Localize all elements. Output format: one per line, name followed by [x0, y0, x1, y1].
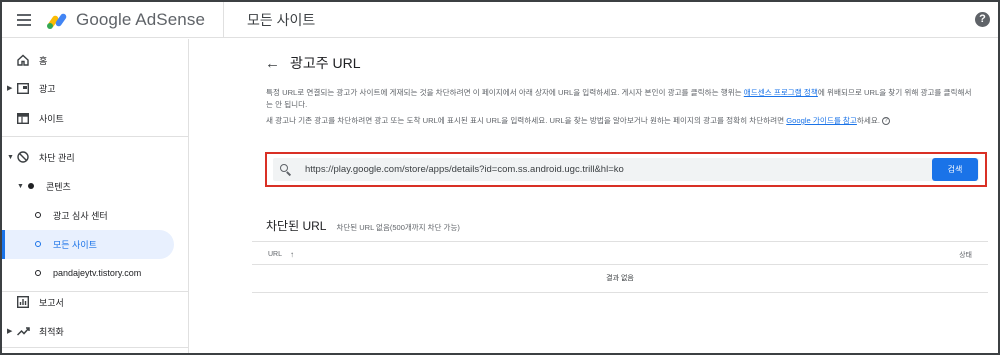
- sidebar-item-label: 콘텐츠: [46, 181, 71, 192]
- adsense-logo-icon: [47, 13, 67, 29]
- help-icon[interactable]: ?: [975, 12, 990, 27]
- sidebar-item-label: 모든 사이트: [53, 239, 97, 250]
- collapse-caret-icon: ▼: [7, 153, 14, 161]
- sidebar-item-reports[interactable]: 보고서: [16, 288, 64, 316]
- sidebar-item-label: 차단 관리: [39, 152, 75, 163]
- sidebar-item-label: 광고: [39, 83, 56, 94]
- description-paragraph-1: 특정 URL로 연결되는 광고가 사이트에 게재되는 것을 차단하려면 이 페이…: [266, 87, 978, 110]
- sidebar: 홈 ▶ 광고 사이트 ▼ 차단 관리 ▼ 콘텐츠 광고 심사 센터 모든 사이트: [2, 39, 189, 353]
- sidebar-item-label: 보고서: [39, 297, 64, 308]
- column-header-label: URL: [268, 251, 283, 258]
- sidebar-item-label: 최적화: [39, 326, 64, 337]
- blocked-urls-table: URL ↑ 상태 결과 없음: [252, 241, 988, 293]
- collapse-caret-icon: ▼: [17, 182, 24, 190]
- sidebar-item-ads[interactable]: ▶ 광고: [2, 74, 56, 102]
- google-guide-link[interactable]: Google 가이드를 참고: [786, 116, 857, 125]
- sidebar-item-ad-review-center[interactable]: 광고 심사 센터: [35, 201, 108, 229]
- sidebar-item-label: pandajeytv.tistory.com: [53, 268, 142, 278]
- search-button[interactable]: 검색: [932, 158, 978, 181]
- sites-icon: [16, 111, 30, 125]
- sort-arrow-up-icon: ↑: [290, 250, 295, 259]
- bullet-icon: [28, 183, 34, 189]
- search-input-value: https://play.google.com/store/apps/detai…: [305, 164, 624, 175]
- sidebar-item-optimization[interactable]: ▶ 최적화: [2, 317, 64, 345]
- bullet-icon: [35, 212, 41, 218]
- home-icon: [16, 53, 30, 67]
- sidebar-item-all-sites[interactable]: 모든 사이트: [35, 230, 97, 258]
- sidebar-item-content[interactable]: ▼ 콘텐츠: [2, 172, 71, 200]
- bullet-icon: [35, 270, 41, 276]
- sidebar-divider: [2, 347, 188, 348]
- expand-caret-icon: ▶: [7, 85, 13, 92]
- url-search-input[interactable]: https://play.google.com/store/apps/detai…: [273, 158, 979, 181]
- adsense-logo[interactable]: Google AdSense: [46, 10, 205, 30]
- blocked-urls-subtitle: 차단된 URL 없음(500개까지 차단 가능): [336, 223, 460, 232]
- sidebar-divider: [2, 136, 188, 137]
- table-empty-row: 결과 없음: [252, 265, 988, 293]
- sidebar-item-label: 홈: [39, 55, 48, 66]
- sidebar-item-sites[interactable]: 사이트: [16, 104, 64, 132]
- reports-icon: [16, 295, 30, 309]
- sidebar-item-label: 광고 심사 센터: [53, 210, 108, 221]
- sidebar-item-site-pandajeytv[interactable]: pandajeytv.tistory.com: [35, 259, 141, 287]
- page-title-text: 광고주 URL: [290, 55, 361, 71]
- program-policy-link[interactable]: 애드센스 프로그램 정책: [744, 88, 818, 97]
- table-header: URL ↑ 상태: [252, 241, 988, 265]
- expand-caret-icon: ▶: [7, 328, 13, 335]
- column-header-url[interactable]: URL ↑: [268, 250, 294, 259]
- description-paragraph-2: 새 광고나 기존 광고를 차단하려면 광고 또는 도착 URL에 표시된 표시 …: [266, 115, 978, 127]
- header-divider: [223, 1, 224, 38]
- page-title: ← 광고주 URL: [265, 53, 361, 73]
- sidebar-item-home[interactable]: 홈: [16, 46, 47, 74]
- url-search-highlight: https://play.google.com/store/apps/detai…: [265, 152, 987, 187]
- sidebar-item-block-management[interactable]: ▼ 차단 관리: [2, 143, 75, 171]
- description-text: 특정 URL로 연결되는 광고가 사이트에 게재되는 것을 차단하려면 이 페이…: [266, 88, 744, 97]
- page-context-title: 모든 사이트: [247, 11, 316, 28]
- sidebar-item-label: 사이트: [39, 113, 64, 124]
- blocked-urls-header: 차단된 URL 차단된 URL 없음(500개까지 차단 가능): [266, 217, 460, 234]
- app-name: Google AdSense: [76, 9, 205, 29]
- description-text: 새 광고나 기존 광고를 차단하려면 광고 또는 도착 URL에 표시된 표시 …: [266, 116, 787, 125]
- back-arrow-icon[interactable]: ←: [265, 55, 280, 72]
- optimization-icon: [16, 324, 30, 338]
- block-icon: [16, 150, 30, 164]
- bullet-icon: [35, 241, 41, 247]
- column-header-status[interactable]: 상태: [959, 250, 972, 260]
- menu-icon[interactable]: [14, 9, 36, 31]
- description-text: 하세요.: [856, 116, 880, 125]
- help-circle-icon[interactable]: ?: [882, 117, 891, 125]
- blocked-urls-title: 차단된 URL: [266, 219, 327, 233]
- main-content: ← 광고주 URL 특정 URL로 연결되는 광고가 사이트에 게재되는 것을 …: [190, 39, 998, 353]
- search-icon: [280, 163, 292, 176]
- top-app-bar: Google AdSense 모든 사이트 ?: [2, 1, 998, 38]
- ads-icon: [16, 81, 30, 95]
